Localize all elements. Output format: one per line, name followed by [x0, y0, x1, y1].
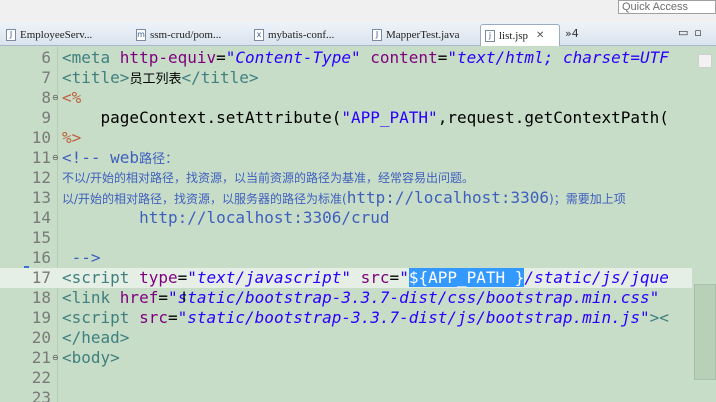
code-text: </head>	[62, 328, 130, 347]
code-text: http://localhost:3306/crud	[62, 208, 390, 227]
xml-file-icon: m	[136, 29, 146, 41]
fold-collapse-icon[interactable]: ⊖	[52, 148, 59, 168]
java-file-icon: J	[6, 29, 16, 41]
code-text: 不以/开始的相对路径，找资源，以当前资源的路径为基准，经常容易出问题。	[62, 171, 475, 185]
window-top-strip: Quick Access	[0, 0, 716, 22]
minimize-maximize-icons[interactable]: ▭▫	[678, 26, 708, 39]
code-text: <link href="static/bootstrap-3.3.7-dist/…	[62, 288, 660, 307]
tab-label: ssm-crud/pom...	[150, 29, 222, 41]
tab-overflow-button[interactable]: »4	[565, 27, 579, 40]
java-file-icon: J	[372, 29, 382, 41]
code-text: 以/开始的相对路径，找资源，以服务器的路径为标准(http://localhos…	[62, 188, 626, 207]
code-text: %>	[62, 128, 82, 147]
tab-employee-service[interactable]: J EmployeeServ...	[2, 25, 118, 45]
selected-text: ${APP_PATH }	[408, 268, 525, 287]
code-line[interactable]: 14 http://localhost:3306/crud	[0, 208, 716, 228]
code-line[interactable]: 16 -->	[0, 248, 716, 268]
code-text: <meta http-equiv="Content-Type" content=…	[62, 48, 669, 67]
code-line[interactable]: 7 <title>员工列表</title>	[0, 68, 716, 88]
line-number: 22	[31, 368, 51, 387]
code-text: <!-- web路径：	[62, 148, 179, 167]
code-editor[interactable]: 6 <meta http-equiv="Content-Type" conten…	[0, 46, 716, 402]
overview-ruler-marker	[698, 54, 712, 68]
line-number: 13	[31, 188, 51, 207]
tab-label: EmployeeServ...	[20, 29, 93, 41]
code-line[interactable]: 12 不以/开始的相对路径，找资源，以当前资源的路径为基准，经常容易出问题。	[0, 168, 716, 188]
code-text: <script src="static/bootstrap-3.3.7-dist…	[62, 308, 669, 327]
line-number: 18	[31, 288, 51, 307]
code-line[interactable]: 10 %>	[0, 128, 716, 148]
line-number: 6	[41, 48, 51, 67]
code-line[interactable]: 18 <link href="static/bootstrap-3.3.7-di…	[0, 288, 716, 308]
tab-mapper-test[interactable]: J MapperTest.java	[368, 25, 472, 45]
code-line[interactable]: 19 <script src="static/bootstrap-3.3.7-d…	[0, 308, 716, 328]
line-number: 23	[31, 388, 51, 402]
line-number: 7	[41, 68, 51, 87]
tab-label: mybatis-conf...	[268, 29, 335, 41]
code-line[interactable]: 20 </head>	[0, 328, 716, 348]
code-line[interactable]: 6 <meta http-equiv="Content-Type" conten…	[0, 48, 716, 68]
close-tab-icon[interactable]: ✕	[536, 30, 544, 41]
line-number: 12	[31, 168, 51, 187]
code-line-current[interactable]: 17 <script type="text/javascript" src="$…	[0, 268, 716, 288]
jsp-file-icon: j	[485, 29, 495, 42]
code-line[interactable]: 11 ⊖ <!-- web路径：	[0, 148, 716, 168]
fold-collapse-icon[interactable]: ⊖	[52, 348, 59, 368]
tab-label: MapperTest.java	[386, 29, 460, 41]
code-text: <%	[62, 88, 82, 107]
code-line[interactable]: 8 ⊖ <%	[0, 88, 716, 108]
tab-pom-xml[interactable]: m ssm-crud/pom...	[132, 25, 236, 45]
vertical-scrollbar-thumb[interactable]	[694, 284, 716, 380]
line-number: 15	[31, 228, 51, 247]
text-cursor-icon: I	[182, 290, 187, 306]
line-number: 8	[41, 88, 51, 107]
line-number: 10	[31, 128, 51, 147]
code-text: <script type="text/javascript" src="${AP…	[62, 268, 669, 287]
code-text: <body>	[62, 348, 120, 367]
code-text: pageContext.setAttribute("APP_PATH",requ…	[62, 108, 669, 127]
line-number: 21	[31, 348, 51, 367]
quick-access-input[interactable]: Quick Access	[618, 0, 716, 14]
code-line[interactable]: 21 ⊖ <body>	[0, 348, 716, 368]
tab-label: list.jsp	[499, 29, 529, 42]
tab-list-jsp[interactable]: j list.jsp ✕	[480, 24, 560, 46]
line-number: 9	[41, 108, 51, 127]
line-number: 16	[31, 248, 51, 267]
editor-tab-bar: J EmployeeServ... m ssm-crud/pom... x my…	[0, 22, 716, 46]
xml-file-icon: x	[254, 29, 264, 41]
code-text: -->	[62, 248, 101, 267]
line-number: 20	[31, 328, 51, 347]
line-number: 19	[31, 308, 51, 327]
code-line[interactable]: 22	[0, 368, 716, 388]
code-line[interactable]: 23	[0, 388, 716, 402]
code-line[interactable]: 15	[0, 228, 716, 248]
code-line[interactable]: 9 pageContext.setAttribute("APP_PATH",re…	[0, 108, 716, 128]
fold-collapse-icon[interactable]: ⊖	[52, 88, 59, 108]
code-text: <title>员工列表</title>	[62, 68, 259, 87]
code-line[interactable]: 13 以/开始的相对路径，找资源，以服务器的路径为标准(http://local…	[0, 188, 716, 208]
line-number: 17	[31, 268, 51, 287]
line-number: 14	[31, 208, 51, 227]
line-number: 11	[31, 148, 51, 167]
tab-mybatis-config[interactable]: x mybatis-conf...	[250, 25, 354, 45]
